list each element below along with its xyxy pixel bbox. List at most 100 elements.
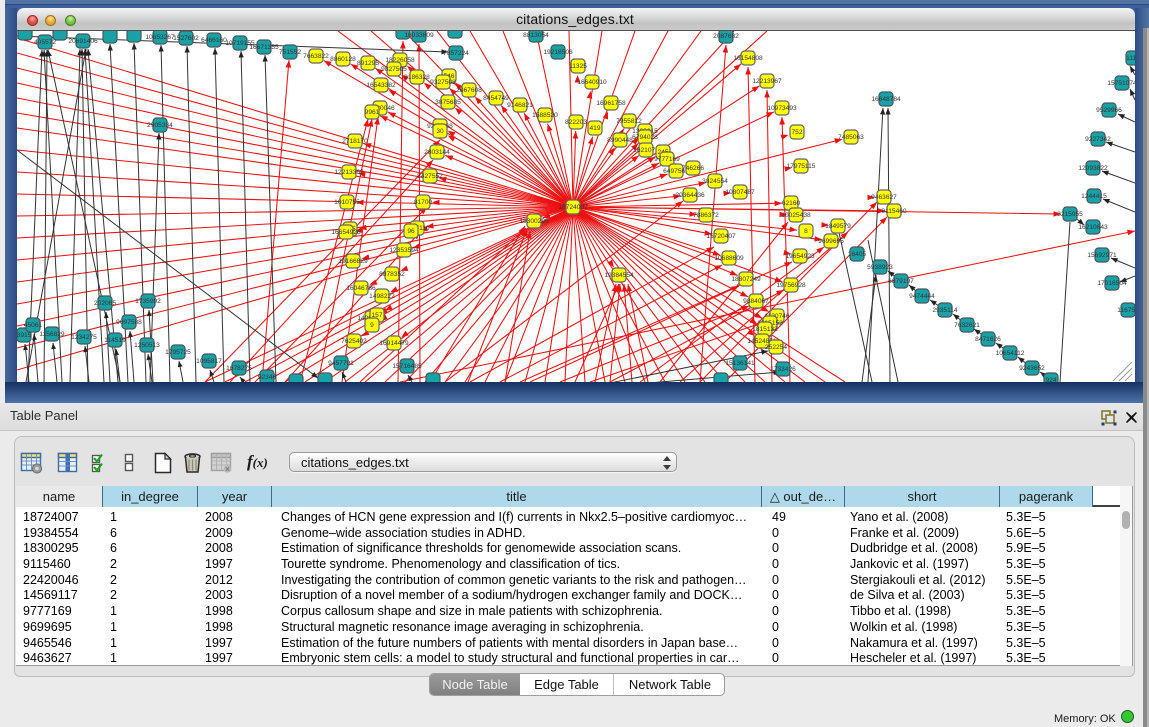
svg-text:7625402: 7625402 bbox=[341, 338, 367, 345]
svg-text:19166829: 19166829 bbox=[338, 258, 368, 265]
svg-text:16154808: 16154808 bbox=[733, 55, 763, 62]
svg-text:62160: 62160 bbox=[782, 200, 801, 207]
svg-text:1234275: 1234275 bbox=[71, 334, 97, 341]
svg-text:3915: 3915 bbox=[17, 332, 32, 339]
svg-text:18807249: 18807249 bbox=[731, 276, 761, 283]
svg-text:924: 924 bbox=[1045, 377, 1056, 382]
svg-text:8813054: 8813054 bbox=[523, 32, 549, 39]
svg-text:17016504: 17016504 bbox=[1097, 280, 1127, 287]
svg-text:114519: 114519 bbox=[104, 337, 126, 344]
svg-text:15720407: 15720407 bbox=[706, 233, 736, 240]
svg-text:822203: 822203 bbox=[565, 119, 587, 126]
svg-text:1588520: 1588520 bbox=[532, 112, 558, 119]
svg-text:3824554: 3824554 bbox=[702, 178, 728, 185]
svg-text:1849579: 1849579 bbox=[825, 223, 851, 230]
svg-text:9463627: 9463627 bbox=[871, 194, 897, 201]
svg-text:19384554: 19384554 bbox=[604, 272, 634, 279]
svg-text:30: 30 bbox=[436, 128, 444, 135]
svg-text:7955812: 7955812 bbox=[616, 118, 642, 125]
svg-text:16654926: 16654926 bbox=[331, 229, 361, 236]
svg-text:1678275: 1678275 bbox=[226, 365, 252, 372]
svg-text:8186328: 8186328 bbox=[404, 74, 430, 81]
svg-text:751552: 751552 bbox=[279, 49, 301, 56]
svg-text:3875685: 3875685 bbox=[435, 99, 461, 106]
svg-text:2867608: 2867608 bbox=[456, 87, 482, 94]
svg-text:7857224: 7857224 bbox=[443, 50, 469, 57]
svg-text:16405: 16405 bbox=[848, 251, 867, 258]
svg-text:96: 96 bbox=[407, 228, 415, 235]
svg-text:1815132: 1815132 bbox=[752, 326, 778, 333]
svg-text:8878352: 8878352 bbox=[379, 271, 405, 278]
svg-text:1250513: 1250513 bbox=[134, 342, 160, 349]
svg-text:6794028: 6794028 bbox=[632, 134, 658, 141]
svg-text:9227342: 9227342 bbox=[1085, 136, 1111, 143]
svg-text:202065: 202065 bbox=[94, 300, 116, 307]
svg-text:16671355: 16671355 bbox=[249, 44, 279, 51]
svg-text:10973493: 10973493 bbox=[767, 105, 797, 112]
svg-text:19654923: 19654923 bbox=[785, 253, 815, 260]
svg-text:9529966: 9529966 bbox=[1096, 107, 1122, 114]
svg-text:1733426: 1733426 bbox=[770, 366, 796, 373]
svg-text:15751074: 15751074 bbox=[1107, 80, 1135, 87]
svg-text:7485063: 7485063 bbox=[838, 134, 864, 141]
svg-text:2905334: 2905334 bbox=[147, 122, 173, 129]
svg-text:252254: 252254 bbox=[765, 344, 787, 351]
svg-text:20691406: 20691406 bbox=[68, 38, 98, 45]
svg-text:10025438: 10025438 bbox=[781, 212, 811, 219]
svg-text:11325: 11325 bbox=[569, 63, 587, 70]
svg-text:16648784: 16648784 bbox=[871, 96, 901, 103]
svg-text:9777169: 9777169 bbox=[654, 156, 680, 163]
svg-text:9961: 9961 bbox=[365, 109, 380, 116]
svg-text:2803144: 2803144 bbox=[424, 149, 450, 156]
svg-text:15136141: 15136141 bbox=[725, 360, 755, 367]
svg-text:2935114: 2935114 bbox=[932, 307, 958, 314]
svg-text:16033809: 16033809 bbox=[404, 32, 434, 39]
svg-text:1010755: 1010755 bbox=[334, 199, 360, 206]
svg-text:8: 8 bbox=[804, 228, 808, 235]
svg-text:81700: 81700 bbox=[414, 199, 433, 206]
svg-text:10654112: 10654112 bbox=[996, 350, 1025, 357]
svg-text:19756928: 19756928 bbox=[776, 282, 806, 289]
svg-text:18300295: 18300295 bbox=[519, 218, 549, 225]
svg-text:1244415: 1244415 bbox=[1081, 193, 1107, 200]
svg-text:8860128: 8860128 bbox=[330, 56, 356, 63]
svg-text:16210643: 16210643 bbox=[1078, 224, 1108, 231]
svg-text:1498222: 1498222 bbox=[369, 293, 395, 300]
svg-text:9827505: 9827505 bbox=[381, 66, 407, 73]
svg-text:1735992: 1735992 bbox=[135, 298, 161, 305]
svg-text:19218506: 19218506 bbox=[543, 49, 573, 56]
svg-text:16543382: 16543382 bbox=[366, 82, 396, 89]
svg-text:7632621: 7632621 bbox=[954, 322, 980, 329]
svg-text:8427552: 8427552 bbox=[417, 173, 443, 180]
svg-text:1117: 1117 bbox=[1126, 55, 1135, 62]
svg-text:1095817: 1095817 bbox=[196, 358, 222, 365]
svg-text:9243652: 9243652 bbox=[1019, 365, 1045, 372]
svg-text:9474444: 9474444 bbox=[909, 293, 935, 300]
svg-text:17975115: 17975115 bbox=[787, 163, 816, 170]
svg-text:10653267: 10653267 bbox=[145, 34, 175, 41]
svg-text:9115460: 9115460 bbox=[881, 208, 907, 215]
svg-text:16046786: 16046786 bbox=[346, 285, 376, 292]
svg-text:18724007: 18724007 bbox=[558, 204, 588, 211]
svg-text:419: 419 bbox=[589, 125, 600, 132]
svg-text:16640910: 16640910 bbox=[577, 79, 607, 86]
svg-text:10688609: 10688609 bbox=[714, 255, 744, 262]
svg-text:6466160: 6466160 bbox=[201, 37, 227, 44]
svg-text:9: 9 bbox=[370, 322, 374, 329]
svg-text:10807487: 10807487 bbox=[725, 189, 755, 196]
svg-text:12093822: 12093822 bbox=[1078, 165, 1108, 172]
svg-text:8471626: 8471626 bbox=[975, 336, 1001, 343]
svg-text:16961758: 16961758 bbox=[596, 100, 626, 107]
svg-text:8990448: 8990448 bbox=[607, 137, 633, 144]
svg-text:746266: 746266 bbox=[682, 165, 704, 172]
svg-text:891295: 891295 bbox=[357, 60, 379, 67]
svg-text:1795725: 1795725 bbox=[165, 349, 191, 356]
svg-text:7886372: 7886372 bbox=[693, 212, 719, 219]
svg-text:9146821: 9146821 bbox=[507, 102, 533, 109]
svg-text:15716485: 15716485 bbox=[392, 363, 422, 370]
svg-text:9097588: 9097588 bbox=[116, 319, 142, 326]
svg-text:1527602: 1527602 bbox=[173, 35, 199, 42]
svg-text:116753: 116753 bbox=[1117, 307, 1135, 314]
svg-text:7663822: 7663822 bbox=[303, 53, 329, 60]
svg-text:12213369: 12213369 bbox=[334, 169, 364, 176]
